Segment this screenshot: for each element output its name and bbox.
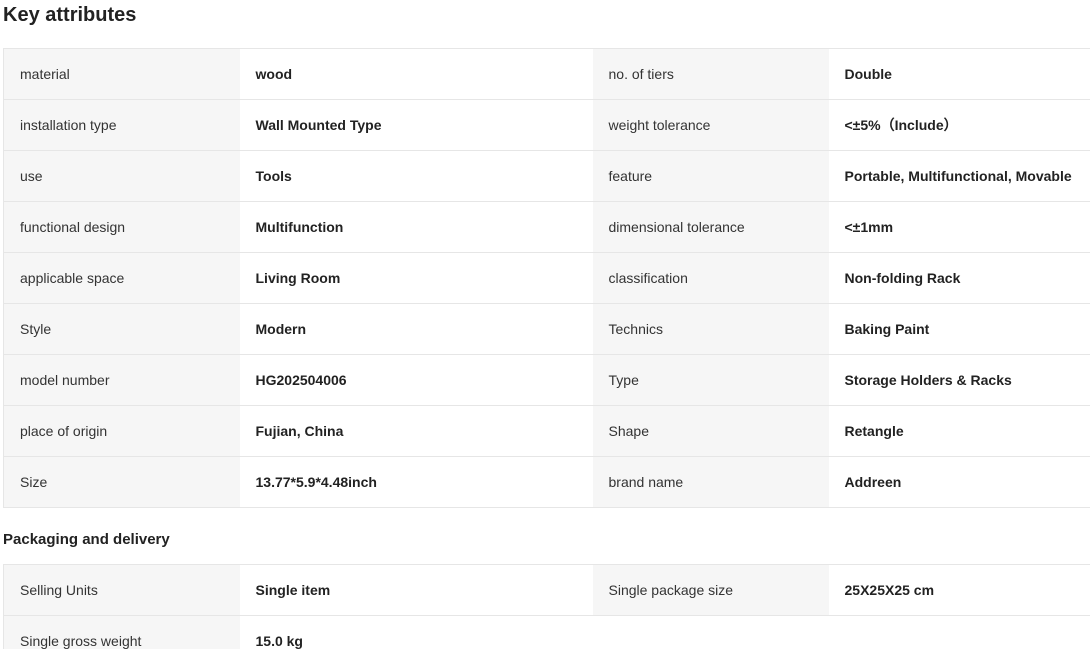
attribute-value: Baking Paint <box>828 303 1090 355</box>
packaging-value: Single item <box>239 564 593 616</box>
packaging-key: Single gross weight <box>3 615 240 649</box>
attribute-value: Portable, Multifunctional, Movable <box>828 150 1090 202</box>
packaging-key: Single package size <box>592 564 829 616</box>
packaging-table: Selling Units Single item Single package… <box>3 564 1090 649</box>
attribute-key: no. of tiers <box>592 48 829 100</box>
attribute-key: use <box>3 150 240 202</box>
packaging-row: Selling Units Single item Single package… <box>3 564 1090 616</box>
attribute-row: Size 13.77*5.9*4.48inch brand name Addre… <box>3 456 1090 508</box>
packaging-row: Single gross weight 15.0 kg <box>3 615 1090 649</box>
attribute-row: functional design Multifunction dimensio… <box>3 201 1090 253</box>
attribute-row: installation type Wall Mounted Type weig… <box>3 99 1090 151</box>
attribute-row: applicable space Living Room classificat… <box>3 252 1090 304</box>
attribute-key: Style <box>3 303 240 355</box>
attribute-value: <±1mm <box>828 201 1090 253</box>
attribute-key: model number <box>3 354 240 406</box>
attribute-key: Technics <box>592 303 829 355</box>
attribute-value: Living Room <box>239 252 593 304</box>
packaging-value: 15.0 kg <box>239 615 593 649</box>
key-attributes-table: material wood no. of tiers Double instal… <box>3 48 1090 508</box>
attribute-row: place of origin Fujian, China Shape Reta… <box>3 405 1090 457</box>
attribute-key: feature <box>592 150 829 202</box>
attribute-key: Shape <box>592 405 829 457</box>
attribute-value: <±5%（Include） <box>828 99 1090 151</box>
attribute-key: dimensional tolerance <box>592 201 829 253</box>
packaging-empty-cell <box>592 615 829 649</box>
attribute-value: Fujian, China <box>239 405 593 457</box>
attribute-key: place of origin <box>3 405 240 457</box>
attribute-value: Wall Mounted Type <box>239 99 593 151</box>
attribute-value: Multifunction <box>239 201 593 253</box>
attribute-key: Type <box>592 354 829 406</box>
attribute-row: model number HG202504006 Type Storage Ho… <box>3 354 1090 406</box>
attribute-key: brand name <box>592 456 829 508</box>
attribute-key: Size <box>3 456 240 508</box>
key-attributes-title: Key attributes <box>3 4 137 26</box>
attribute-value: Storage Holders & Racks <box>828 354 1090 406</box>
attribute-value: Non-folding Rack <box>828 252 1090 304</box>
packaging-value: 25X25X25 cm <box>828 564 1090 616</box>
attribute-value: Retangle <box>828 405 1090 457</box>
attribute-value: Modern <box>239 303 593 355</box>
attribute-row: use Tools feature Portable, Multifunctio… <box>3 150 1090 202</box>
attribute-value: HG202504006 <box>239 354 593 406</box>
attribute-value: Tools <box>239 150 593 202</box>
attribute-value: Addreen <box>828 456 1090 508</box>
attribute-value: Double <box>828 48 1090 100</box>
attribute-key: classification <box>592 252 829 304</box>
attribute-key: applicable space <box>3 252 240 304</box>
attribute-value: 13.77*5.9*4.48inch <box>239 456 593 508</box>
packaging-title: Packaging and delivery <box>3 531 170 548</box>
attribute-key: functional design <box>3 201 240 253</box>
attribute-value: wood <box>239 48 593 100</box>
attribute-key: weight tolerance <box>592 99 829 151</box>
attribute-key: material <box>3 48 240 100</box>
attribute-row: material wood no. of tiers Double <box>3 48 1090 100</box>
packaging-key: Selling Units <box>3 564 240 616</box>
attribute-key: installation type <box>3 99 240 151</box>
packaging-empty-cell <box>828 615 1090 649</box>
attribute-row: Style Modern Technics Baking Paint <box>3 303 1090 355</box>
